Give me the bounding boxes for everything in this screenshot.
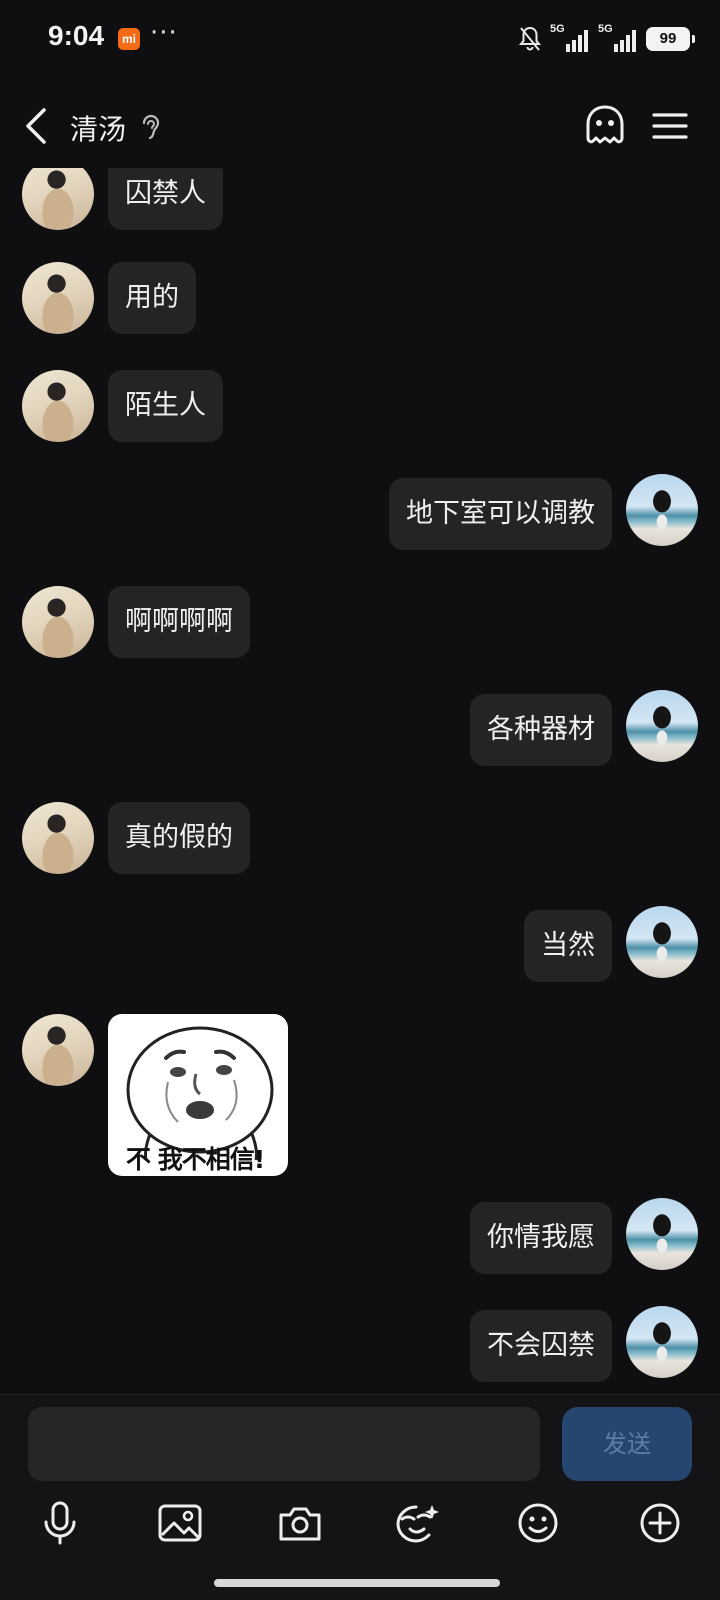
message-row-outgoing: 不会囚禁	[0, 1306, 720, 1390]
chat-header: 清汤	[0, 88, 720, 168]
signal-bars-icon	[566, 30, 588, 52]
message-bubble[interactable]: 当然	[524, 910, 612, 982]
hamburger-menu-icon[interactable]	[652, 110, 688, 142]
message-row-incoming: 囚禁人	[0, 168, 720, 238]
image-icon[interactable]	[152, 1495, 208, 1551]
composer: 发送	[0, 1394, 720, 1600]
chevron-left-icon[interactable]	[22, 106, 52, 146]
composer-toolbar	[0, 1495, 720, 1555]
message-row-incoming: 啊啊啊啊	[0, 586, 720, 666]
message-list[interactable]: 囚禁人 用的 陌生人 地下室可以调教 啊啊啊啊 各种器材 真的假的 当然 不 我…	[0, 168, 720, 1394]
contact-avatar[interactable]	[22, 586, 94, 658]
user-avatar[interactable]	[626, 1198, 698, 1270]
sticker-caption: 不 我不相信!	[126, 1145, 265, 1174]
send-button[interactable]: 发送	[562, 1407, 692, 1481]
message-bubble[interactable]: 真的假的	[108, 802, 250, 874]
signal-strength-1: 5G	[550, 23, 590, 53]
message-bubble[interactable]: 用的	[108, 262, 196, 334]
message-bubble[interactable]: 你情我愿	[470, 1202, 612, 1274]
message-bubble[interactable]: 地下室可以调教	[389, 478, 612, 550]
battery-indicator: 99	[646, 27, 695, 51]
user-avatar[interactable]	[626, 474, 698, 546]
message-bubble[interactable]: 囚禁人	[108, 168, 223, 230]
plus-circle-icon[interactable]	[632, 1495, 688, 1551]
ghost-icon[interactable]	[584, 104, 626, 148]
user-avatar[interactable]	[626, 1306, 698, 1378]
message-row-incoming: 不 我不相信!	[0, 1014, 720, 1184]
sticker-face-icon[interactable]	[390, 1495, 446, 1551]
message-row-outgoing: 当然	[0, 906, 720, 990]
home-indicator[interactable]	[214, 1579, 500, 1587]
contact-avatar[interactable]	[22, 1014, 94, 1086]
contact-avatar[interactable]	[22, 168, 94, 230]
more-notifications-icon: ···	[150, 18, 178, 48]
mi-app-icon: mi	[118, 28, 140, 50]
message-bubble[interactable]: 陌生人	[108, 370, 223, 442]
message-bubble[interactable]: 不会囚禁	[470, 1310, 612, 1382]
message-row-outgoing: 你情我愿	[0, 1198, 720, 1282]
emoji-icon[interactable]	[510, 1495, 566, 1551]
message-row-incoming: 陌生人	[0, 370, 720, 450]
ear-icon[interactable]	[140, 112, 162, 142]
status-time: 9:04	[48, 20, 105, 51]
user-avatar[interactable]	[626, 690, 698, 762]
mic-icon[interactable]	[32, 1495, 88, 1551]
message-bubble[interactable]: 啊啊啊啊	[108, 586, 250, 658]
user-avatar[interactable]	[626, 906, 698, 978]
message-row-incoming: 真的假的	[0, 802, 720, 882]
message-row-outgoing: 各种器材	[0, 690, 720, 774]
contact-avatar[interactable]	[22, 802, 94, 874]
message-row-outgoing: 地下室可以调教	[0, 474, 720, 558]
status-indicators: 5G 5G 99	[518, 23, 695, 54]
contact-avatar[interactable]	[22, 370, 94, 442]
message-bubble[interactable]: 各种器材	[470, 694, 612, 766]
contact-name[interactable]: 清汤	[70, 108, 126, 148]
signal-bars-icon	[614, 30, 636, 52]
contact-avatar[interactable]	[22, 262, 94, 334]
status-bar: 9:04 mi ··· 5G 5G 99	[0, 0, 720, 80]
camera-icon[interactable]	[272, 1495, 328, 1551]
signal-strength-2: 5G	[598, 23, 638, 53]
message-input[interactable]	[28, 1407, 540, 1481]
bell-muted-icon	[518, 26, 542, 51]
message-row-incoming: 用的	[0, 262, 720, 342]
sticker-message[interactable]: 不 我不相信!	[108, 1014, 288, 1176]
